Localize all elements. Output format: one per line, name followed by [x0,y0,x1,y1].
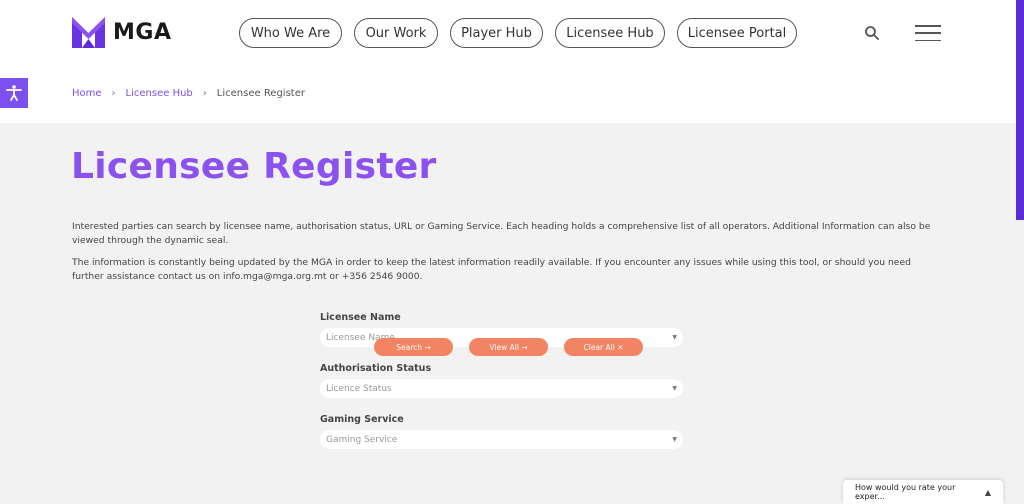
mga-logo-icon [72,17,105,48]
licence-status-select[interactable]: Licence Status ▼ [320,379,683,398]
logo[interactable]: MGA [72,17,171,48]
breadcrumb-home[interactable]: Home [72,88,102,99]
page-title: Licensee Register [71,146,437,187]
intro-text: Interested parties can search by license… [72,220,942,284]
gaming-service-select[interactable]: Gaming Service ▼ [320,430,683,449]
breadcrumb-current: Licensee Register [216,88,305,99]
main-nav: Who We Are Our Work Player Hub Licensee … [239,18,797,48]
intro-paragraph: The information is constantly being upda… [72,257,911,282]
page-scrollbar[interactable] [1016,0,1024,504]
accessibility-icon [6,85,22,101]
caret-down-icon: ▼ [672,385,677,392]
scrollbar-thumb[interactable] [1016,0,1024,220]
clear-all-button[interactable]: Clear All ✕ [564,338,643,356]
nav-licensee-portal[interactable]: Licensee Portal [677,18,797,48]
search-form: Licensee Name Licensee Name ▼ Authorisat… [320,311,683,449]
breadcrumb-separator: › [202,88,207,99]
select-placeholder: Gaming Service [326,434,398,445]
breadcrumb: Home › Licensee Hub › Licensee Register [72,88,305,99]
hamburger-menu-icon[interactable] [915,25,941,41]
search-icon[interactable] [864,25,880,41]
nav-player-hub[interactable]: Player Hub [450,18,543,48]
authorisation-status-field: Authorisation Status Licence Status ▼ [320,362,683,398]
intro-paragraph: Interested parties can search by license… [72,221,931,246]
nav-licensee-hub[interactable]: Licensee Hub [555,18,665,48]
search-button[interactable]: Search → [374,338,453,356]
caret-down-icon: ▼ [672,334,677,341]
gaming-service-field: Gaming Service Gaming Service ▼ [320,413,683,449]
breadcrumb-separator: › [111,88,116,99]
feedback-label: How would you rate your exper... [855,483,956,501]
main-content: Licensee Register Interested parties can… [0,123,1016,504]
accessibility-button[interactable] [0,78,28,108]
select-placeholder: Licence Status [326,383,392,394]
breadcrumb-licensee-hub[interactable]: Licensee Hub [126,88,193,99]
field-label: Authorisation Status [320,363,432,374]
caret-down-icon: ▼ [672,436,677,443]
view-all-button[interactable]: View All → [469,338,548,356]
field-label: Gaming Service [320,414,404,425]
nav-our-work[interactable]: Our Work [354,18,438,48]
site-header: MGA Who We Are Our Work Player Hub Licen… [0,0,1016,123]
logo-text: MGA [113,20,172,45]
triangle-up-icon[interactable]: ▲ [985,488,991,497]
feedback-widget[interactable]: How would you rate your exper... ▲ [843,480,1003,504]
nav-who-we-are[interactable]: Who We Are [239,18,342,48]
form-buttons: Search → View All → Clear All ✕ [374,338,643,356]
field-label: Licensee Name [320,312,401,323]
